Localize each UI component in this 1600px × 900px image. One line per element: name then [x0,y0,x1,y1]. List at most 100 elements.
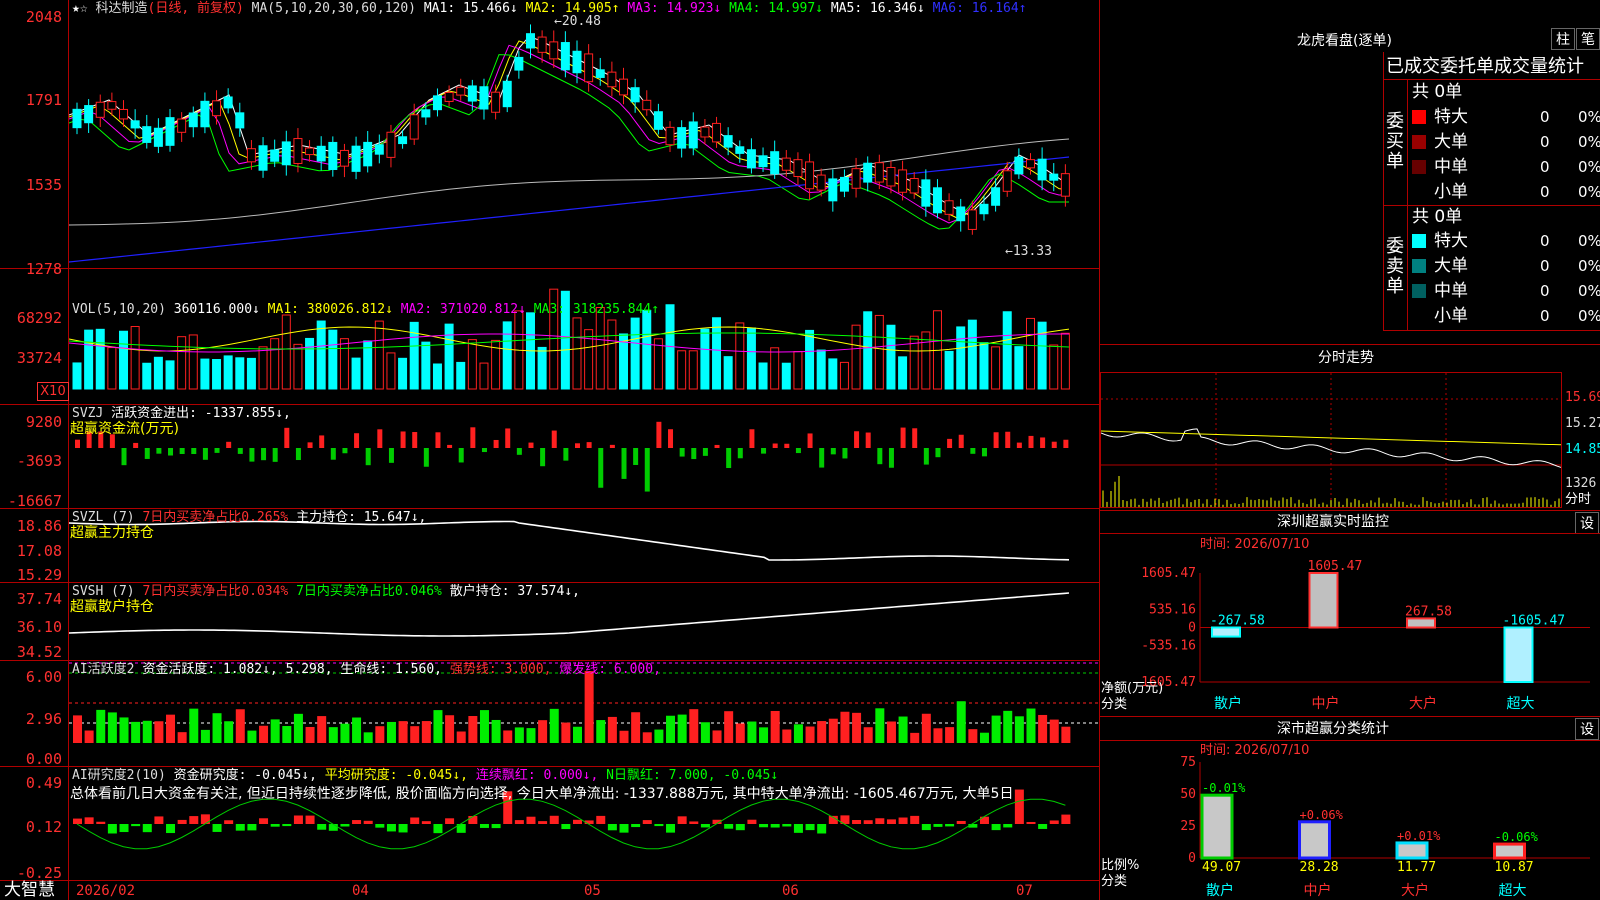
research-bar [538,821,548,824]
flow-bar [970,448,976,454]
flow-bar [923,448,929,465]
ma-params: MA(5,10,20,30,60,120) [251,1,417,16]
candle [828,178,838,202]
flow-bar [854,431,860,448]
volume-bar [572,317,582,390]
candle [235,112,245,129]
activity-bar [689,709,699,743]
flow-bar [702,448,708,456]
net-amount-bar [1308,572,1339,629]
research-bar [177,819,187,824]
candle [363,141,373,167]
candle [374,144,384,155]
intraday-chart[interactable] [1100,373,1562,507]
flow-bar [202,448,208,460]
activity-bar [1061,726,1071,743]
sz-monitor-chart[interactable]: 1605.47 535.16 0 -535.16 -1605.47 -267.58 散户 16… [1100,534,1600,714]
flow-bar [679,448,685,457]
candle [549,41,559,60]
activity-bar [979,732,989,743]
research-bar [107,824,117,834]
sz-class-chart[interactable]: 75 50 25 0 -0.01% 49.07 散户 +0.06% 28.28 中户 +0.01% 1… [1100,740,1600,900]
low-marker: ←13.33 [1005,244,1052,259]
flow-bar [1063,439,1069,448]
net-amount-bar [1406,617,1436,629]
lhb-title: 龙虎看盘(逐单) [1297,33,1392,49]
activity-bar [619,730,629,743]
flow-bar [633,448,639,465]
volume-bar [432,363,442,390]
flow-bar [656,421,662,448]
activity-bar [433,710,443,743]
candle [1060,173,1070,197]
brand-label: 大智慧 [4,880,55,900]
volume-panel[interactable] [68,269,1099,404]
activity-bar [573,726,582,743]
activity-bar [363,732,373,743]
research-bar [84,817,94,824]
y-tick: 75 [1180,755,1196,770]
research-bar [259,818,269,824]
research-bar [282,824,292,827]
flow-bar [842,448,848,459]
candle [212,100,222,117]
activity-bar [375,726,385,743]
ma1-value: MA1: 15.466↓ [423,1,518,16]
bar-mode-button[interactable]: 柱 [1551,28,1575,50]
activity-bar [421,721,431,743]
volume-bar [223,355,233,390]
volume-bar [1002,311,1012,390]
candle [258,145,268,171]
research-bar [619,824,629,833]
volume-chart[interactable] [68,269,1099,404]
research-bar [293,815,303,824]
candle [421,109,431,118]
price-panel[interactable] [68,0,1099,268]
legend-swatch [1412,309,1426,323]
sz-monitor-settings-button[interactable]: 设 [1575,512,1599,534]
activity-bar [828,718,838,743]
flow-bar [505,428,511,448]
activity-bar [328,727,338,743]
intraday-panel[interactable] [1100,372,1562,508]
flow-bar [342,448,348,454]
flow-bar [295,448,301,461]
research-bar [328,824,338,831]
svsh-name: SVSH (7) [72,584,135,599]
vol-ma3: MA3: 318235.844↑ [533,302,660,317]
activity-bar [875,708,885,743]
flow-bar [877,448,883,465]
data-label: 10.87 [1495,860,1534,875]
sz-class-settings-button[interactable]: 设 [1575,718,1599,740]
candle [886,166,896,187]
candle [619,78,629,96]
candle [467,85,477,102]
y-tick: 0.00 [25,750,62,768]
volume-bar [235,357,245,390]
activity-bar [235,709,245,743]
candlestick-chart[interactable] [68,0,1099,268]
volume-bar [746,327,756,390]
candle [967,209,977,230]
order-count: 0 [1540,282,1550,300]
pen-mode-button[interactable]: 笔 [1576,28,1600,50]
flow-bar [726,448,732,469]
sell-orders-label: 委卖单 [1386,236,1404,297]
category-label: 大户 [1401,882,1429,899]
ma-line [68,156,1070,263]
data-label: 267.58 [1405,604,1452,619]
activity-bar [282,726,292,743]
activity-bar [479,710,489,743]
candle [409,114,419,140]
y-tick: 17.08 [16,542,62,560]
candle [979,203,989,215]
flow-bar [993,432,999,448]
research-bar [759,824,769,828]
volume-bar [967,319,977,390]
volume-header: VOL(5,10,20) 360116.000↓ MA1: 380026.812… [72,302,659,318]
candle [456,86,466,96]
candle [479,86,489,110]
svsh-ratio2: 7日内买卖净占比0.046% [296,584,442,599]
research-bar [1026,821,1036,824]
flow-bar [609,444,615,448]
